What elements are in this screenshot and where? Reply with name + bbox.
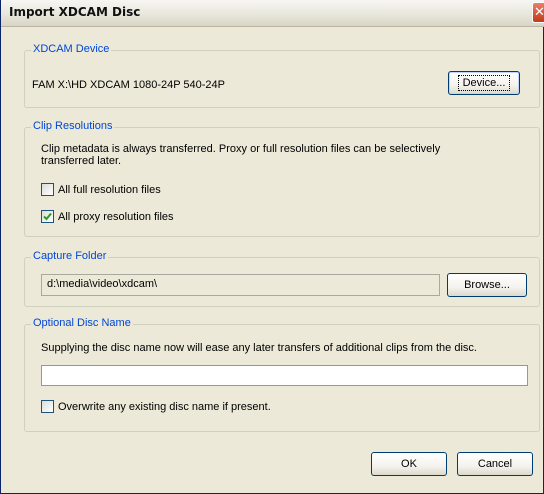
ok-button[interactable]: OK [371, 452, 447, 476]
clip-resolutions-legend: Clip Resolutions [31, 120, 115, 132]
device-button[interactable]: Device... [448, 71, 520, 95]
import-xdcam-dialog: Import XDCAM Disc ✕ XDCAM Device FAM X:\… [0, 0, 544, 494]
checkmark-icon [43, 212, 52, 221]
full-resolution-label[interactable]: All full resolution files [58, 184, 161, 196]
dialog-title: Import XDCAM Disc [9, 5, 141, 19]
proxy-resolution-label[interactable]: All proxy resolution files [58, 211, 174, 223]
overwrite-label[interactable]: Overwrite any existing disc name if pres… [58, 401, 271, 413]
capture-folder-legend: Capture Folder [31, 250, 109, 262]
title-bar[interactable]: Import XDCAM Disc ✕ [1, 0, 544, 27]
clip-description-line1: Clip metadata is always transferred. Pro… [41, 143, 441, 155]
close-button[interactable]: ✕ [532, 2, 544, 23]
optional-disc-name-legend: Optional Disc Name [31, 317, 133, 329]
clip-description-line2: transferred later. [41, 155, 122, 167]
cancel-button[interactable]: Cancel [457, 452, 533, 476]
device-button-label: Device... [457, 75, 511, 91]
capture-folder-field[interactable]: d:\media\video\xdcam\ [41, 274, 440, 296]
overwrite-checkbox[interactable] [41, 400, 54, 413]
browse-button[interactable]: Browse... [447, 273, 527, 297]
disc-name-description: Supplying the disc name now will ease an… [41, 342, 477, 354]
close-icon: ✕ [534, 5, 544, 20]
capture-folder-path: d:\media\video\xdcam\ [47, 278, 158, 290]
full-resolution-checkbox[interactable] [41, 183, 54, 196]
device-name-text: FAM X:\HD XDCAM 1080-24P 540-24P [32, 79, 225, 91]
proxy-resolution-checkbox[interactable] [41, 210, 54, 223]
disc-name-input[interactable] [41, 365, 528, 386]
xdcam-device-legend: XDCAM Device [31, 43, 112, 55]
